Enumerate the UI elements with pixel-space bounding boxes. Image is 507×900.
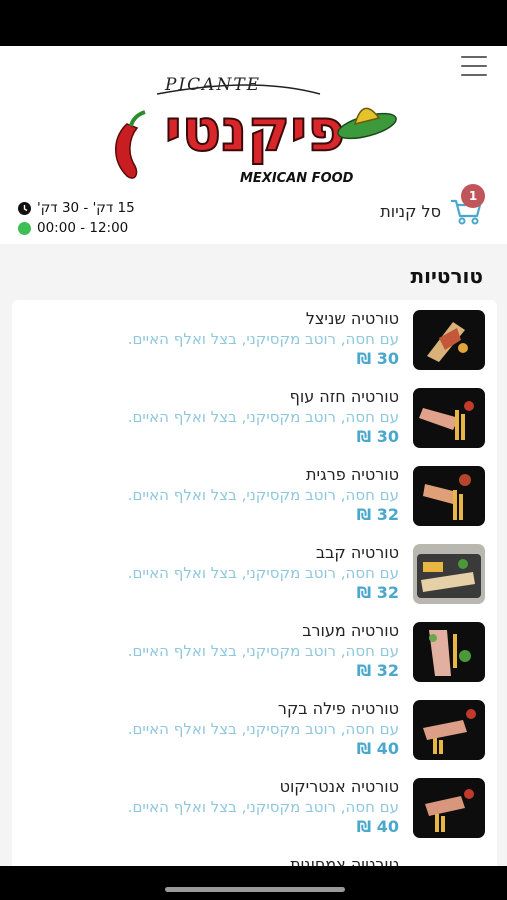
home-indicator[interactable] bbox=[165, 887, 345, 892]
delivery-time: 15 דק' - 30 דק' bbox=[37, 200, 135, 216]
menu-content[interactable]: טורטיות טורטיה שניצל עם חסה, רוטב מקסיקנ… bbox=[0, 244, 507, 866]
item-name: טורטיה מעורב bbox=[302, 621, 399, 640]
item-description: עם חסה, רוטב מקסיקני, בצל ואלף האיים. bbox=[127, 486, 399, 504]
item-name: טורטיה שניצל bbox=[305, 309, 399, 328]
open-status-dot bbox=[18, 221, 31, 235]
item-name: טורטיה חזה עוף bbox=[289, 387, 399, 406]
item-image bbox=[413, 778, 485, 838]
item-description: עם חסה, רוטב מקסיקני, בצל ואלף האיים. bbox=[127, 408, 399, 426]
items-list: טורטיה שניצל עם חסה, רוטב מקסיקני, בצל ו… bbox=[12, 300, 497, 866]
svg-text:פיקנטי: פיקנטי bbox=[165, 96, 346, 164]
menu-icon[interactable] bbox=[461, 56, 487, 78]
status-bar bbox=[0, 0, 507, 46]
header: PICANTE פיקנטי MEXICAN FOOD 1 סל קניות 1… bbox=[0, 46, 507, 244]
menu-item[interactable]: טורטיה אנטריקוט עם חסה, רוטב מקסיקני, בצ… bbox=[12, 768, 497, 846]
item-image bbox=[413, 310, 485, 370]
item-name: טורטיה קבב bbox=[315, 543, 399, 562]
menu-item[interactable]: טורטיה מעורב עם חסה, רוטב מקסיקני, בצל ו… bbox=[12, 612, 497, 690]
cart-icon: 1 bbox=[449, 184, 485, 226]
menu-item[interactable]: טורטיה חזה עוף עם חסה, רוטב מקסיקני, בצל… bbox=[12, 378, 497, 456]
svg-text:MEXICAN FOOD: MEXICAN FOOD bbox=[240, 171, 354, 186]
item-image bbox=[413, 388, 485, 448]
home-bar bbox=[0, 866, 507, 900]
item-description: עם חסה, רוטב מקסיקני, בצל ואלף האיים. bbox=[127, 564, 399, 582]
item-name: טורטיה פילה בקר bbox=[277, 699, 399, 718]
item-price: 30 ₪ bbox=[356, 349, 399, 368]
item-name: טורטיה פרגית bbox=[306, 465, 399, 484]
item-price: 32 ₪ bbox=[356, 505, 399, 524]
item-description: עם חסה, רוטב מקסיקני, בצל ואלף האיים. bbox=[127, 330, 399, 348]
item-description: עם חסה, רוטב מקסיקני, בצל ואלף האיים. bbox=[127, 642, 399, 660]
item-name: טורטיה צמחונית bbox=[290, 855, 399, 866]
section-title: טורטיות bbox=[410, 264, 484, 288]
item-price: 40 ₪ bbox=[356, 817, 399, 836]
item-description: עם חסה, רוטב מקסיקני, בצל ואלף האיים. bbox=[127, 720, 399, 738]
cart-label: סל קניות bbox=[380, 201, 441, 221]
item-price: 30 ₪ bbox=[356, 427, 399, 446]
item-price: 40 ₪ bbox=[356, 739, 399, 758]
menu-item[interactable]: טורטיה קבב עם חסה, רוטב מקסיקני, בצל ואל… bbox=[12, 534, 497, 612]
item-image bbox=[413, 466, 485, 526]
menu-item[interactable]: טורטיה פרגית עם חסה, רוטב מקסיקני, בצל ו… bbox=[12, 456, 497, 534]
opening-hours: 00:00 - 12:00 bbox=[37, 220, 129, 236]
item-price: 32 ₪ bbox=[356, 661, 399, 680]
menu-item[interactable]: טורטיה שניצל עם חסה, רוטב מקסיקני, בצל ו… bbox=[12, 300, 497, 378]
cart-button[interactable]: 1 סל קניות bbox=[380, 184, 485, 226]
clock-icon bbox=[18, 201, 31, 215]
restaurant-logo: PICANTE פיקנטי MEXICAN FOOD bbox=[115, 75, 397, 186]
item-description: עם חסה, רוטב מקסיקני, בצל ואלף האיים. bbox=[127, 798, 399, 816]
item-image bbox=[413, 622, 485, 682]
item-name: טורטיה אנטריקוט bbox=[279, 777, 399, 796]
item-image bbox=[413, 544, 485, 604]
cart-count-badge: 1 bbox=[461, 184, 485, 208]
menu-item[interactable]: טורטיה צמחונית bbox=[12, 846, 497, 866]
item-price: 32 ₪ bbox=[356, 583, 399, 602]
item-image bbox=[413, 700, 485, 760]
store-info: 15 דק' - 30 דק' 00:00 - 12:00 bbox=[18, 198, 135, 238]
menu-item[interactable]: טורטיה פילה בקר עם חסה, רוטב מקסיקני, בצ… bbox=[12, 690, 497, 768]
